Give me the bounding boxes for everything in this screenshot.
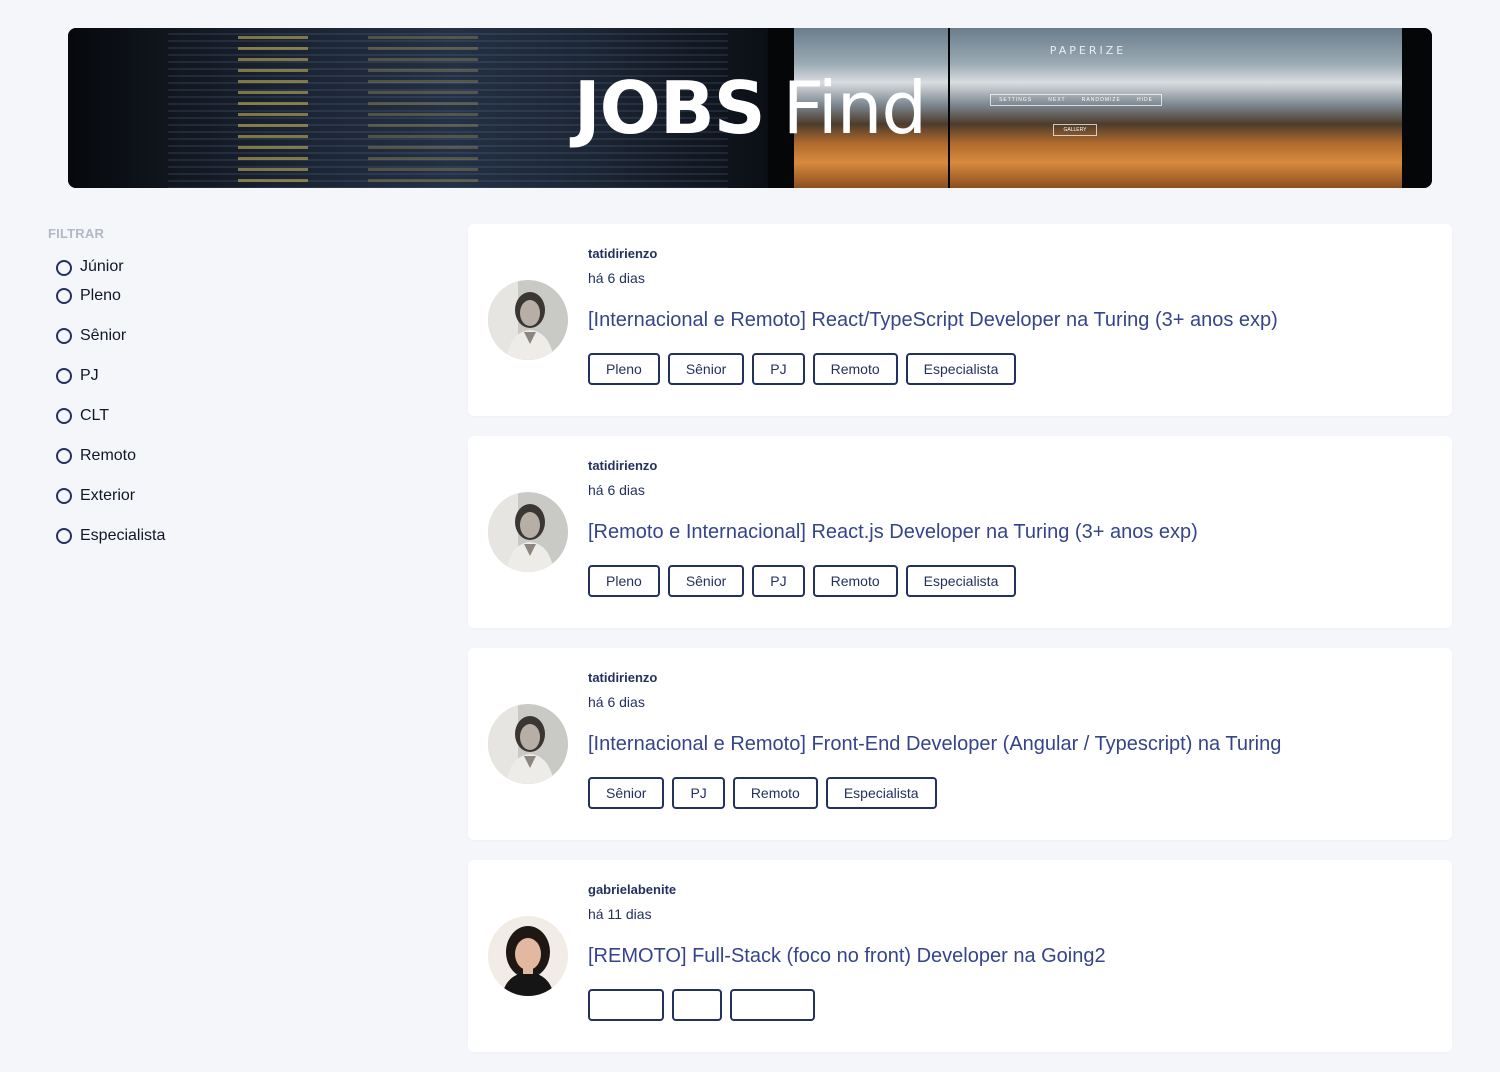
filter-option-label: Exterior: [80, 487, 136, 504]
job-title-link[interactable]: [Internacional e Remoto] React/TypeScrip…: [588, 309, 1432, 333]
radio-button[interactable]: [56, 260, 72, 276]
filter-option-label: Sênior: [80, 327, 127, 344]
radio-button[interactable]: [56, 528, 72, 544]
header-banner: PAPERIZE SETTINGS NEXT RANDOMIZE HIDE GA…: [68, 28, 1432, 188]
filter-option-exterior[interactable]: Exterior: [48, 476, 428, 516]
job-tags: Sênior PJ Remoto Especialista: [588, 777, 1432, 809]
job-tag[interactable]: [730, 989, 815, 1021]
job-tag[interactable]: [672, 989, 722, 1021]
job-card: tatidirienzo há 6 dias [Internacional e …: [468, 224, 1452, 416]
job-tag[interactable]: PJ: [752, 565, 805, 597]
filter-option-label: PJ: [80, 367, 99, 384]
job-title-link[interactable]: [REMOTO] Full-Stack (foco no front) Deve…: [588, 945, 1432, 969]
filter-option-clt[interactable]: CLT: [48, 396, 428, 436]
filter-option-label: Remoto: [80, 447, 137, 464]
job-tags: [588, 989, 1432, 1021]
job-tags: Pleno Sênior PJ Remoto Especialista: [588, 353, 1432, 385]
job-date: há 6 dias: [588, 694, 645, 710]
job-tag[interactable]: Pleno: [588, 565, 660, 597]
filter-option-pj[interactable]: PJ: [48, 356, 428, 396]
job-tag[interactable]: Sênior: [667, 565, 745, 597]
filter-option-label: CLT: [80, 407, 110, 424]
job-author[interactable]: tatidirienzo: [588, 670, 1432, 686]
author-avatar: [488, 492, 568, 572]
job-date: há 6 dias: [588, 270, 645, 286]
author-avatar: [488, 704, 568, 784]
job-tag[interactable]: Pleno: [588, 353, 660, 385]
job-title-link[interactable]: [Remoto e Internacional] React.js Develo…: [588, 521, 1432, 545]
job-tag[interactable]: Sênior: [667, 353, 745, 385]
job-card: tatidirienzo há 6 dias [Remoto e Interna…: [468, 436, 1452, 628]
job-date: há 6 dias: [588, 482, 645, 498]
filter-option-senior[interactable]: Sênior: [48, 316, 428, 356]
radio-button[interactable]: [56, 368, 72, 384]
filter-option-pleno[interactable]: Pleno: [48, 276, 428, 316]
job-card: gabrielabenite há 11 dias [REMOTO] Full-…: [468, 860, 1452, 1052]
author-avatar: [488, 916, 568, 996]
job-author[interactable]: tatidirienzo: [588, 246, 1432, 262]
author-avatar: [488, 280, 568, 360]
job-tag[interactable]: Especialista: [905, 353, 1017, 385]
job-tag[interactable]: Sênior: [588, 777, 665, 809]
job-tag[interactable]: PJ: [672, 777, 725, 809]
job-date: há 11 dias: [588, 906, 652, 922]
job-tag[interactable]: Remoto: [732, 777, 818, 809]
job-list: tatidirienzo há 6 dias [Internacional e …: [468, 224, 1452, 1072]
filter-option-especialista[interactable]: Especialista: [48, 516, 428, 556]
job-title-link[interactable]: [Internacional e Remoto] Front-End Devel…: [588, 733, 1432, 757]
filter-sidebar: FILTRAR Júnior Pleno Sênior PJ CLT Remot…: [48, 226, 428, 556]
site-logo-title: JOBS Find: [68, 28, 1432, 188]
filter-option-remoto[interactable]: Remoto: [48, 436, 428, 476]
job-tag[interactable]: Remoto: [812, 565, 898, 597]
radio-button[interactable]: [56, 448, 72, 464]
logo-bold-text: JOBS: [573, 66, 766, 150]
job-card: tatidirienzo há 6 dias [Internacional e …: [468, 648, 1452, 840]
radio-button[interactable]: [56, 488, 72, 504]
radio-button[interactable]: [56, 408, 72, 424]
job-tags: Pleno Sênior PJ Remoto Especialista: [588, 565, 1432, 597]
filter-title: FILTRAR: [48, 226, 105, 241]
job-tag[interactable]: Especialista: [825, 777, 937, 809]
job-tag[interactable]: PJ: [752, 353, 805, 385]
filter-option-label: Júnior: [80, 258, 124, 275]
job-tag[interactable]: Especialista: [905, 565, 1017, 597]
filter-option-label: Pleno: [80, 287, 121, 304]
job-author[interactable]: gabrielabenite: [588, 882, 1432, 898]
job-tag[interactable]: Remoto: [812, 353, 898, 385]
filter-list: Júnior Pleno Sênior PJ CLT Remoto Exteri…: [48, 244, 428, 556]
logo-light-text: Find: [782, 66, 928, 150]
radio-button[interactable]: [56, 328, 72, 344]
radio-button[interactable]: [56, 288, 72, 304]
filter-option-junior[interactable]: Júnior: [48, 244, 428, 276]
job-tag[interactable]: [588, 989, 664, 1021]
filter-option-label: Especialista: [80, 527, 166, 544]
job-author[interactable]: tatidirienzo: [588, 458, 1432, 474]
